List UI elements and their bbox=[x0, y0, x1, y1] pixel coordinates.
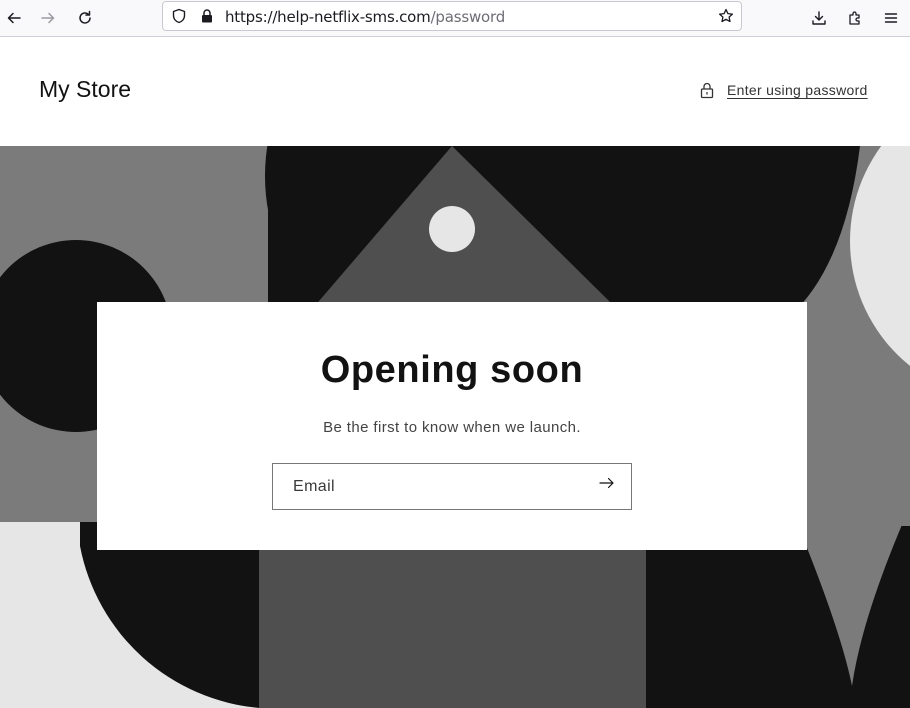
hero-banner: Opening soon Be the first to know when w… bbox=[0, 146, 910, 708]
extensions-icon[interactable] bbox=[841, 4, 869, 32]
padlock-icon bbox=[700, 82, 714, 99]
store-header: My Store Enter using password bbox=[0, 37, 910, 146]
lock-icon[interactable] bbox=[199, 8, 215, 24]
menu-icon[interactable] bbox=[877, 4, 905, 32]
url-host: https://help-netflix-sms.com bbox=[225, 8, 431, 26]
back-icon[interactable] bbox=[0, 4, 28, 32]
reload-icon[interactable] bbox=[71, 4, 99, 32]
bookmark-star-icon[interactable] bbox=[718, 8, 734, 24]
newsletter-card: Opening soon Be the first to know when w… bbox=[97, 302, 807, 550]
subscribe-button[interactable] bbox=[599, 477, 621, 497]
download-icon[interactable] bbox=[805, 4, 833, 32]
enter-password-label: Enter using password bbox=[727, 82, 868, 98]
email-input[interactable] bbox=[273, 464, 593, 509]
email-field[interactable] bbox=[272, 463, 632, 510]
store-title[interactable]: My Store bbox=[39, 75, 131, 103]
browser-toolbar: https://help-netflix-sms.com/password bbox=[0, 0, 910, 37]
url-bar[interactable]: https://help-netflix-sms.com/password bbox=[162, 1, 742, 31]
card-heading: Opening soon bbox=[320, 349, 584, 391]
forward-icon[interactable] bbox=[34, 4, 62, 32]
card-subheading: Be the first to know when we launch. bbox=[323, 419, 581, 436]
shield-icon[interactable] bbox=[171, 8, 187, 24]
arrow-right-icon bbox=[599, 477, 614, 489]
url-text[interactable]: https://help-netflix-sms.com/password bbox=[225, 8, 505, 26]
enter-password-link[interactable]: Enter using password bbox=[698, 79, 868, 101]
url-path: /password bbox=[430, 8, 506, 26]
